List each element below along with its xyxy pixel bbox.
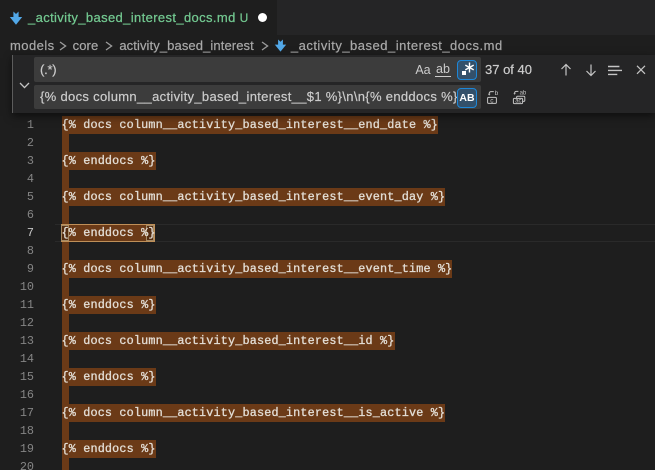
svg-text:b: b <box>495 90 499 97</box>
svg-text:ab: ab <box>519 91 526 97</box>
svg-text:ac: ac <box>515 99 521 105</box>
